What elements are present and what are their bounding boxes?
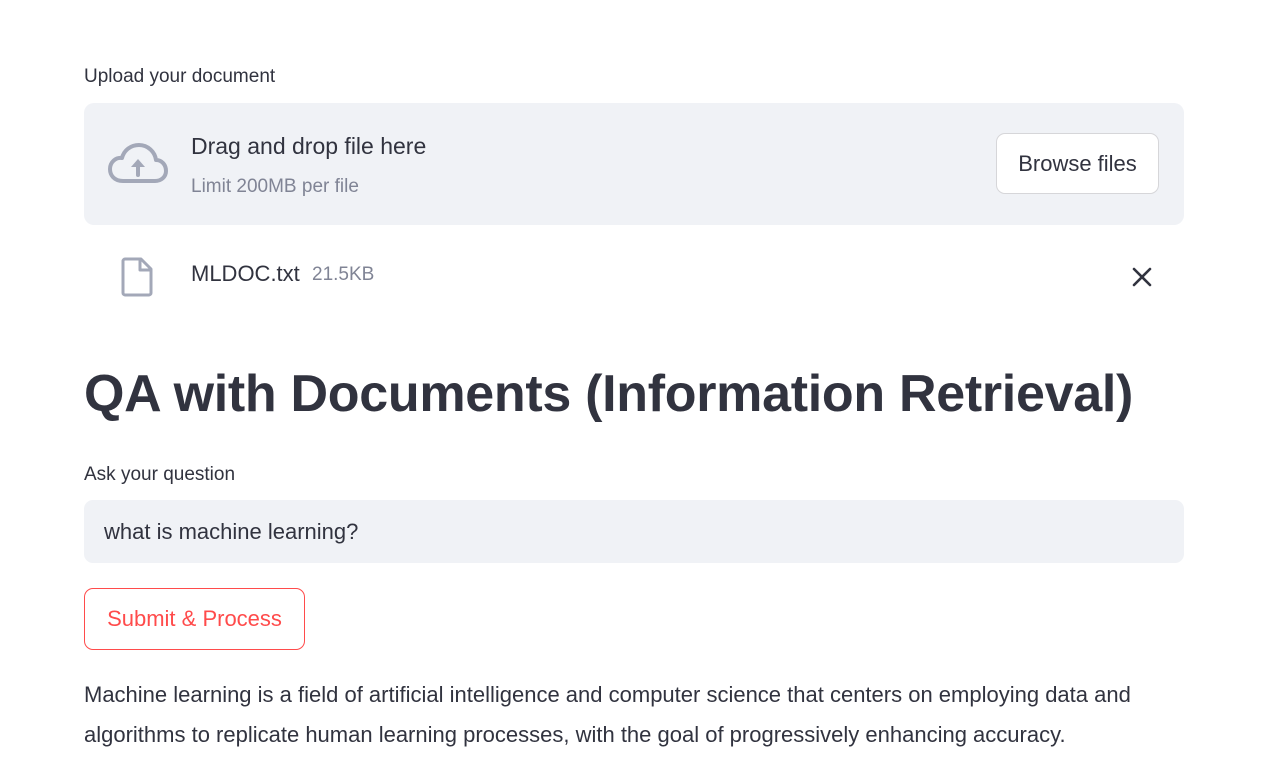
page-title: QA with Documents (Information Retrieval… (84, 365, 1133, 423)
submit-process-button[interactable]: Submit & Process (84, 588, 305, 650)
close-icon[interactable] (1128, 263, 1156, 291)
file-icon (121, 257, 153, 297)
file-size: 21.5KB (312, 264, 375, 285)
dropzone-limit: Limit 200MB per file (191, 176, 359, 197)
file-name: MLDOC.txt (191, 261, 300, 286)
file-dropzone[interactable]: Drag and drop file here Limit 200MB per … (84, 103, 1184, 225)
answer-text: Machine learning is a field of artificia… (84, 682, 1131, 747)
dropzone-title: Drag and drop file here (191, 133, 427, 159)
question-label: Ask your question (84, 464, 236, 485)
browse-files-button[interactable]: Browse files (996, 133, 1159, 194)
uploaded-file-row: MLDOC.txt 21.5KB (84, 250, 1184, 302)
cloud-upload-icon (108, 143, 168, 183)
question-input[interactable] (84, 500, 1184, 563)
upload-label: Upload your document (84, 66, 276, 87)
